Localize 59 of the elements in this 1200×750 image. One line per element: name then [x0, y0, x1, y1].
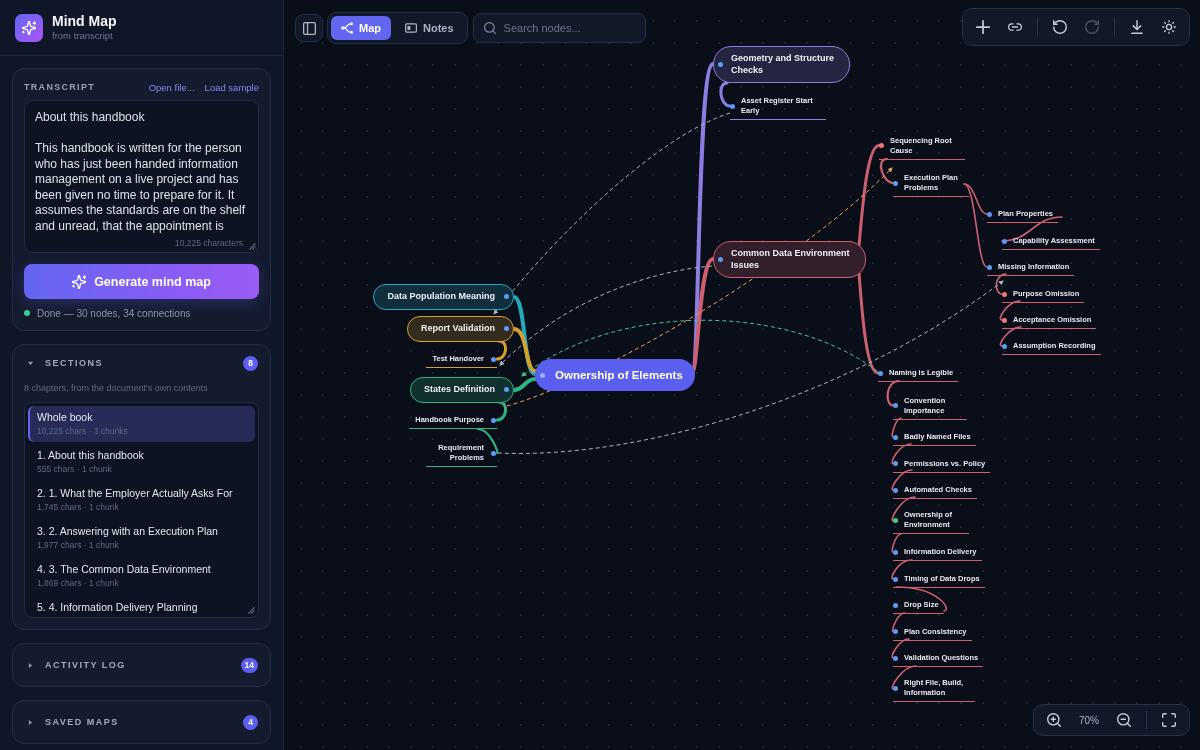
download-icon: [1130, 20, 1144, 34]
sidebar-toggle-button[interactable]: [295, 14, 323, 42]
character-count: 10,225 characters: [174, 238, 243, 248]
transcript-link[interactable]: Load sample: [204, 81, 259, 93]
search-field[interactable]: Search nodes...: [472, 13, 646, 43]
branch-connector: [886, 379, 901, 407]
branch-connector: [891, 417, 902, 438]
status-text: Done — 30 nodes, 34 connections: [37, 307, 191, 319]
section-item[interactable]: 5. 4. Information Delivery Planning: [28, 596, 255, 617]
undo-icon: [1053, 20, 1067, 34]
generate-button[interactable]: Generate mind map: [24, 264, 259, 299]
topic-node[interactable]: Geometry and Structure Checks: [713, 46, 850, 83]
topic-node[interactable]: Report Validation: [407, 316, 514, 342]
section-item[interactable]: 4. 3. The Common Data Environment 1,869 chars · 1 chunk: [28, 558, 255, 594]
redo-icon: [1085, 20, 1099, 34]
zoom-out-icon: [1117, 713, 1131, 727]
status-dot-icon: [24, 310, 30, 316]
branch-connector: [891, 533, 902, 553]
branch-connector: [495, 339, 508, 361]
link-icon: [1008, 20, 1022, 34]
branch-connector: [719, 81, 732, 108]
search-icon: [483, 22, 496, 34]
panel-title[interactable]: SECTIONS: [45, 358, 243, 368]
topic-node[interactable]: Common Data Environment Issues: [713, 241, 866, 278]
fullscreen-icon: [1162, 713, 1176, 727]
section-item[interactable]: 1. About this handbook 555 chars · 1 chunk: [28, 444, 255, 480]
topic-node[interactable]: States Definition: [410, 377, 514, 403]
section-item[interactable]: 3. 2. Answering with an Execution Plan 1,977 chars · 1 chunk: [28, 520, 255, 556]
branch-icon: [341, 22, 353, 34]
view-tab[interactable]: Notes: [395, 16, 464, 40]
branch-connector: [995, 273, 1007, 295]
resize-handle-icon[interactable]: [248, 607, 255, 614]
count-badge: 4: [243, 714, 258, 730]
caret-icon[interactable]: [28, 360, 33, 366]
section-description: 8 chapters, from the document's own contents: [24, 382, 209, 394]
sparkles-icon: [72, 274, 87, 289]
zoom-level: 70%: [1078, 714, 1100, 726]
branch-connector: [495, 400, 508, 422]
topic-node[interactable]: Data Population Meaning: [373, 284, 514, 310]
sun-icon: [1162, 20, 1176, 34]
panel-title[interactable]: SAVED MAPS: [45, 717, 243, 727]
app-subtitle: from transcript: [52, 30, 114, 42]
resize-handle-icon[interactable]: [249, 243, 256, 250]
panel-icon: [302, 21, 316, 35]
count-badge: 14: [240, 657, 258, 673]
app-title: Mind Map: [52, 13, 117, 30]
panel-title[interactable]: ACTIVITY LOG: [45, 660, 241, 670]
caret-icon[interactable]: [28, 662, 33, 668]
caret-icon[interactable]: [28, 719, 33, 725]
view-tab[interactable]: Map: [331, 16, 391, 40]
panel-label: TRANSCRIPT: [24, 82, 95, 92]
layout-icon: [405, 22, 417, 34]
central-topic[interactable]: Ownership of Elements: [535, 359, 695, 391]
count-badge: 8: [243, 355, 258, 371]
app-logo-icon: [15, 13, 43, 42]
plus-icon: [976, 20, 990, 34]
section-item[interactable]: 2. 1. What the Employer Actually Asks For 1,745 chars · 1 chunk: [28, 482, 255, 518]
zoom-in-icon: [1047, 713, 1061, 727]
transcript-link[interactable]: Open file...: [148, 81, 195, 93]
